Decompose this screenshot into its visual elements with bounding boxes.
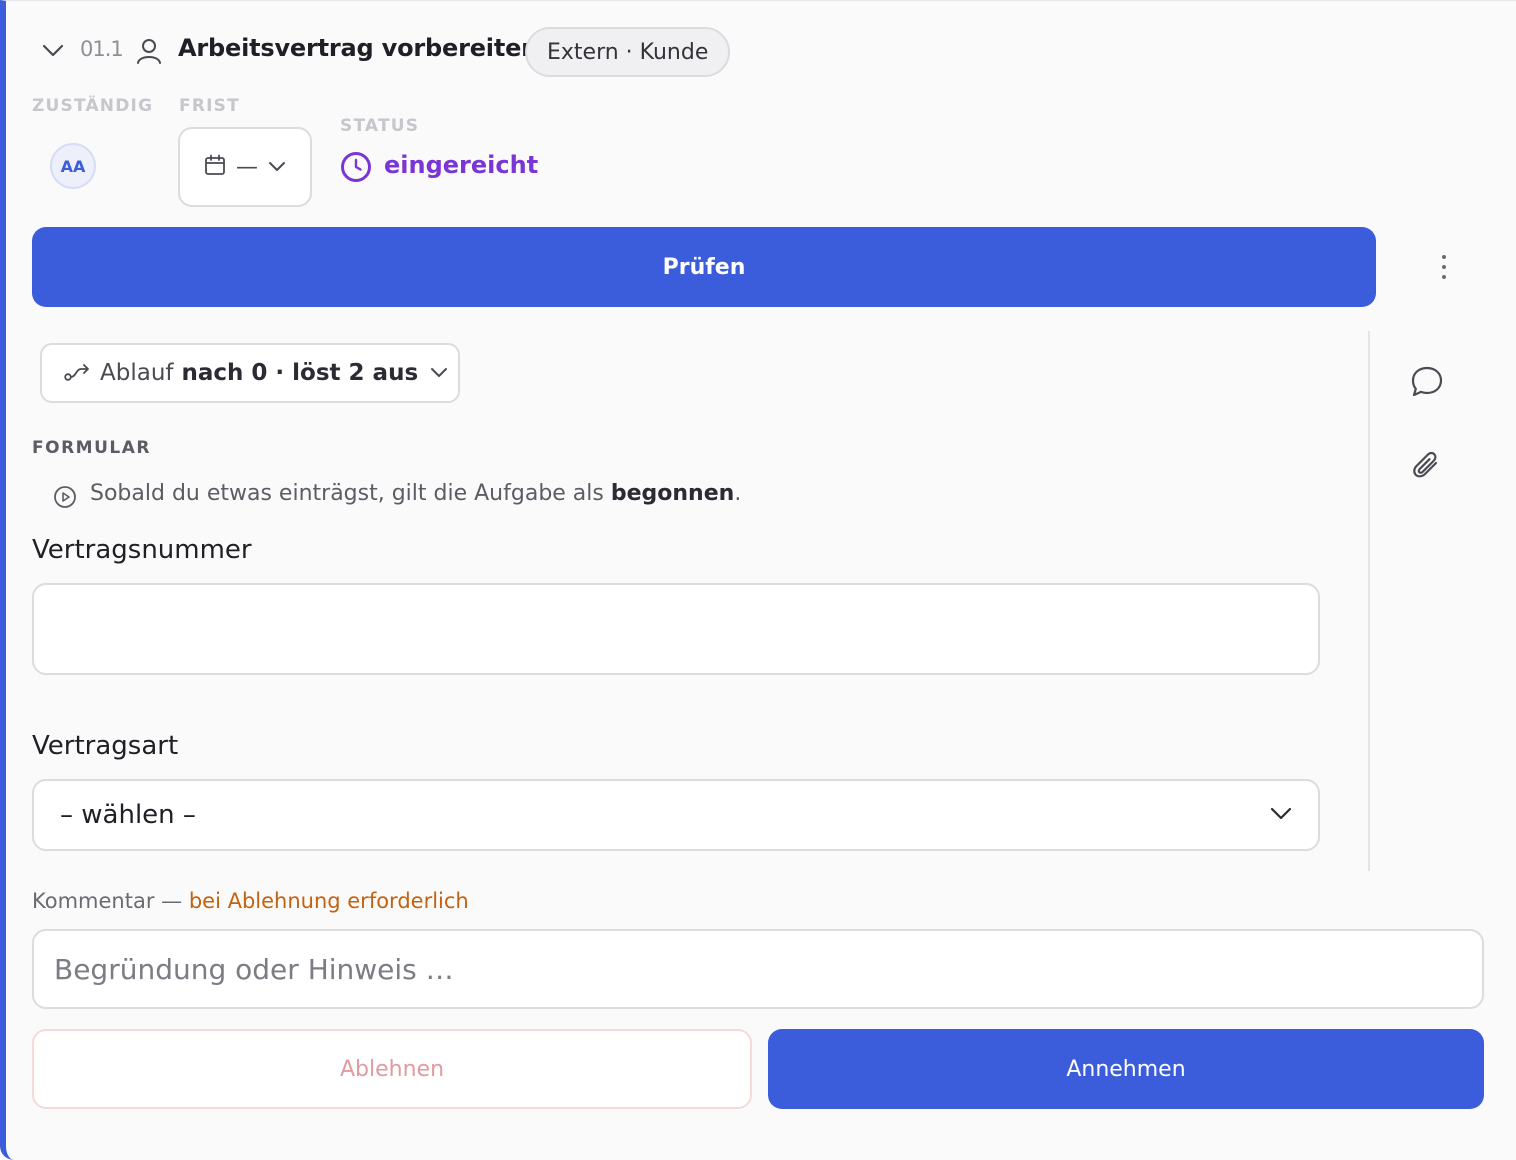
reject-button[interactable]: Ablehnen <box>32 1029 752 1109</box>
comment-icon[interactable] <box>1408 363 1446 401</box>
due-date-value: — <box>236 154 258 180</box>
task-panel: 01.1 Arbeitsvertrag vorbereiten Extern ·… <box>0 0 1516 1160</box>
status-value: eingereicht <box>384 151 539 179</box>
chevron-down-icon <box>268 158 286 177</box>
chevron-down-icon <box>430 364 448 383</box>
workflow-value: nach 0 · löst 2 aus <box>181 360 419 386</box>
comment-field[interactable] <box>32 929 1484 1009</box>
form-section-label: FORMULAR <box>32 438 151 458</box>
task-number: 01.1 <box>80 37 124 61</box>
due-date-label: FRIST <box>179 96 240 116</box>
comment-requirement: bei Ablehnung erforderlich <box>188 889 469 913</box>
comment-label: Kommentar — bei Ablehnung erforderlich <box>32 889 469 913</box>
workflow-label: Ablauf <box>100 360 174 386</box>
contract-type-select[interactable]: – wählen – <box>32 779 1320 851</box>
task-title: Arbeitsvertrag vorbereiten <box>178 34 539 62</box>
contract-type-label: Vertragsart <box>32 731 179 761</box>
calendar-icon <box>204 154 226 180</box>
person-icon <box>135 37 163 65</box>
assignee-label: ZUSTÄNDIG <box>32 96 154 116</box>
form-hint: Sobald du etwas einträgst, gilt die Aufg… <box>90 481 742 506</box>
paperclip-icon[interactable] <box>1408 447 1446 485</box>
status-label: STATUS <box>340 116 420 136</box>
form-hint-emphasis: begonnen <box>610 481 735 506</box>
more-options-icon[interactable] <box>1424 249 1464 285</box>
contract-type-value: – wählen – <box>60 800 196 830</box>
contract-number-label: Vertragsnummer <box>32 535 252 565</box>
audience-badge: Extern · Kunde <box>525 27 731 77</box>
avatar[interactable]: AA <box>50 143 96 189</box>
chevron-down-icon <box>1270 806 1292 825</box>
contract-number-field[interactable] <box>32 583 1320 675</box>
chevron-down-icon[interactable] <box>38 39 68 63</box>
workflow-dropdown[interactable]: Ablauf nach 0 · löst 2 aus <box>40 343 460 403</box>
play-circle-icon <box>53 485 77 509</box>
clock-icon <box>340 151 372 183</box>
rail-divider <box>1368 331 1370 871</box>
review-button[interactable]: Prüfen <box>32 227 1376 307</box>
route-icon <box>64 359 92 387</box>
due-date-picker[interactable]: — <box>178 127 312 207</box>
accept-button[interactable]: Annehmen <box>768 1029 1484 1109</box>
